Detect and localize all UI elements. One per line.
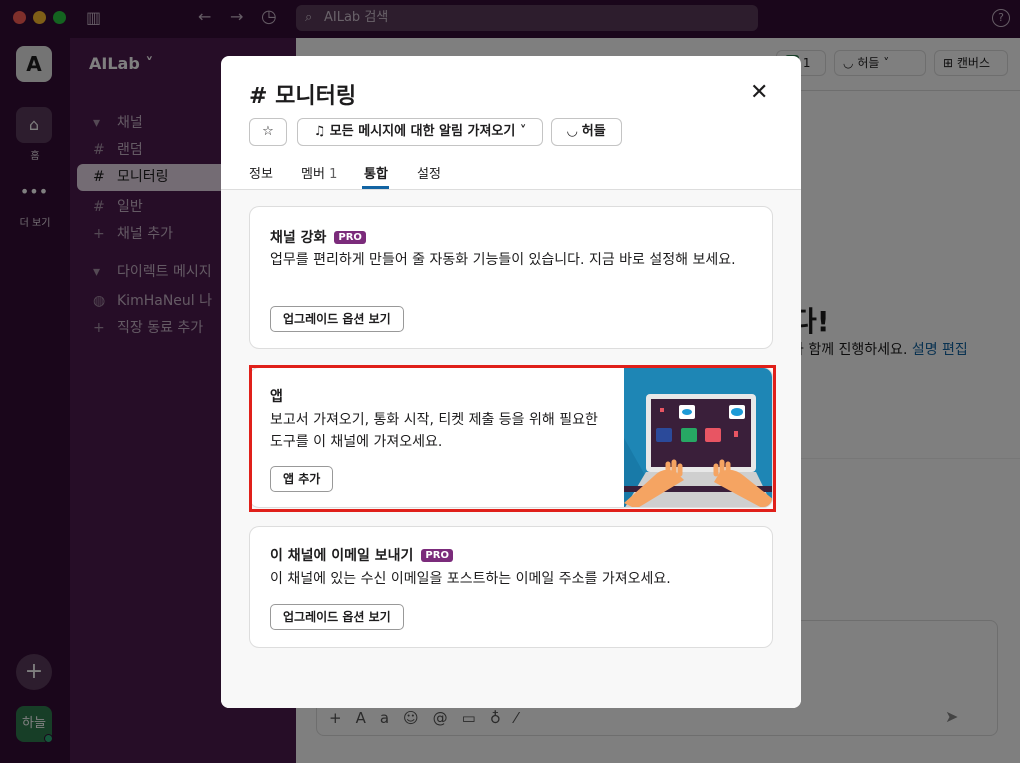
headphones-icon: ◡ xyxy=(567,124,578,139)
modal-huddle-button[interactable]: ◡ 허들 xyxy=(551,118,622,146)
card-text: 이 채널에 있는 수신 이메일을 포스트하는 이메일 주소를 가져오세요. xyxy=(270,571,671,587)
email-card: 이 채널에 이메일 보내기 PRO 이 채널에 있는 수신 이메일을 포스트하는 … xyxy=(249,526,773,648)
upgrade-options-button[interactable]: 업그레이드 옵션 보기 xyxy=(270,604,404,630)
channel-enhance-card: 채널 강화 PRO 업무를 편리하게 만들어 줄 자동화 기능들이 있습니다. 지… xyxy=(249,206,773,349)
tab-about[interactable]: 정보 xyxy=(249,163,273,182)
upgrade-options-button[interactable]: 업그레이드 옵션 보기 xyxy=(270,306,404,332)
close-icon[interactable]: ✕ xyxy=(750,82,768,104)
tab-members[interactable]: 멤버 1 xyxy=(301,163,337,182)
channel-details-modal: # 모니터링 ✕ ☆ ♫ 모든 메시지에 대한 알림 가져오기 ˅ ◡ 허들 정… xyxy=(221,56,801,708)
star-button[interactable]: ☆ xyxy=(249,118,287,146)
card-title: 채널 강화 PRO xyxy=(270,227,366,247)
card-title: 이 채널에 이메일 보내기 PRO xyxy=(270,545,453,565)
card-text: 업무를 편리하게 만들어 줄 자동화 기능들이 있습니다. 지금 바로 설정해 … xyxy=(270,252,736,268)
star-icon: ☆ xyxy=(262,124,274,139)
modal-title: # 모니터링 xyxy=(249,84,357,109)
bell-icon: ♫ xyxy=(313,124,326,139)
pro-badge: PRO xyxy=(421,549,453,562)
tab-settings[interactable]: 설정 xyxy=(417,163,441,182)
chevron-down-icon: ˅ xyxy=(519,124,527,139)
highlight-box xyxy=(249,365,776,512)
pro-badge: PRO xyxy=(334,231,366,244)
notification-dropdown[interactable]: ♫ 모든 메시지에 대한 알림 가져오기 ˅ xyxy=(297,118,543,146)
tab-integrations[interactable]: 통합 xyxy=(364,163,388,182)
